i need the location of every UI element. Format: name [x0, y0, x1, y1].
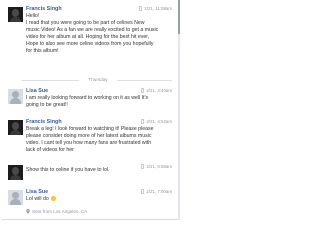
- message-line: Hope to also see more celine videos from…: [26, 41, 154, 47]
- mobile-icon: [141, 119, 145, 124]
- sender-name[interactable]: Francis Singh: [26, 119, 62, 125]
- message-line: music Video! As a fan we are really exci…: [26, 27, 159, 33]
- message-line: lack of videos for her: [26, 147, 74, 153]
- message-body: Lol will do: [26, 196, 172, 203]
- mobile-icon: [141, 88, 145, 93]
- day-divider-label: Thursday: [88, 77, 108, 82]
- avatar[interactable]: [8, 165, 23, 180]
- panel-bottom-border: [2, 219, 178, 220]
- mobile-icon: [139, 6, 143, 11]
- message-line: video for her album at all. Hoping for t…: [26, 34, 150, 40]
- message-time: 2/21, 11:08am: [144, 6, 172, 11]
- message-meta: 2/21, 11:08am: [139, 6, 172, 11]
- message-line: video. I cant tell you how many fans are…: [26, 140, 152, 146]
- message-line: going to be great!!: [26, 102, 68, 108]
- message-body: I am really looking forward to working o…: [26, 95, 172, 109]
- message-line: please consider doing more of her latest…: [26, 133, 152, 139]
- message-text: I am really looking forward to working o…: [26, 95, 149, 101]
- avatar[interactable]: [8, 89, 23, 104]
- message-line: Lol will do: [26, 196, 172, 203]
- avatar[interactable]: [8, 190, 23, 205]
- message-body: Hello! I read that you were going to be …: [26, 13, 172, 55]
- scrollbar-thumb[interactable]: [178, 0, 180, 34]
- mobile-icon: [141, 189, 145, 194]
- message-thread: Francis Singh 2/21, 11:08am Hello! I rea…: [2, 0, 178, 220]
- location-pin-icon: [26, 209, 30, 214]
- message-time: 2/21, 7:00am: [146, 189, 172, 194]
- sender-name[interactable]: Lisa Sue: [26, 189, 48, 195]
- message-line: for this album!: [26, 48, 59, 54]
- smiley-emoji-icon: [51, 196, 56, 201]
- message-text: Lol will do: [26, 196, 51, 202]
- avatar[interactable]: [8, 120, 23, 135]
- sender-name[interactable]: Francis Singh: [26, 6, 62, 12]
- message-line: Break a leg! I look forward to watching …: [26, 126, 154, 132]
- message-body: Show this to celine if you have to lol.: [26, 167, 172, 174]
- sent-from-text: Sent from Los Angeles, CA: [32, 209, 88, 214]
- message-meta: 2/21, 7:00am: [141, 189, 172, 194]
- divider-rule-left: [22, 80, 79, 81]
- message-meta: 2/21, 4:52am: [141, 119, 172, 124]
- message-line: Hello!: [26, 13, 40, 19]
- message-meta: 2/21, 4:40am: [141, 88, 172, 93]
- message-body: Break a leg! I look forward to watching …: [26, 126, 172, 154]
- sender-name[interactable]: Lisa Sue: [26, 88, 48, 94]
- message-time: 2/21, 4:40am: [146, 88, 172, 93]
- day-divider: Thursday: [22, 77, 172, 83]
- message-time: 2/21, 4:52am: [146, 119, 172, 124]
- message-line: Show this to celine if you have to lol.: [26, 167, 110, 173]
- message-line: I am really looking forward to working o…: [26, 95, 172, 102]
- message-line: I read that you were going to be part of…: [26, 20, 145, 26]
- divider-rule-right: [117, 80, 172, 81]
- avatar[interactable]: [8, 7, 23, 22]
- sent-from-location[interactable]: Sent from Los Angeles, CA: [26, 209, 87, 214]
